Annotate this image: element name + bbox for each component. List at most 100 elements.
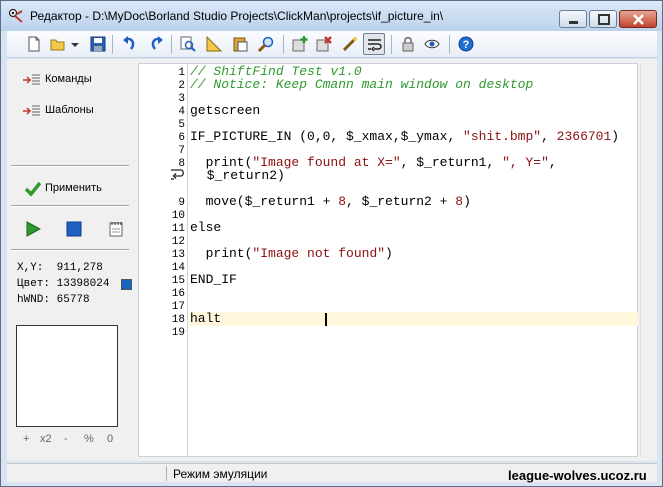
color-label: Цвет: xyxy=(17,278,51,290)
toolbar-separator xyxy=(283,35,284,54)
code-line: halt xyxy=(190,311,222,326)
code-token: , $_return2 + xyxy=(346,194,456,209)
word-wrap-toggle[interactable] xyxy=(363,33,385,55)
templates-icon xyxy=(23,105,40,116)
notepad-icon xyxy=(109,222,123,237)
new-file-button[interactable] xyxy=(23,33,45,55)
hwnd-label: hWND: xyxy=(17,294,51,306)
new-file-icon xyxy=(28,36,40,52)
word-wrap-icon xyxy=(368,39,382,52)
paste-icon xyxy=(233,37,248,52)
sidebar-item-label: Шаблоны xyxy=(45,104,94,116)
stop-button[interactable] xyxy=(66,221,82,237)
code-number: 2366701 xyxy=(556,129,612,144)
code-line-wrapped: $_return2) xyxy=(199,168,285,183)
code-line: IF_PICTURE_IN (0,0, $_xmax,$_ymax, "shit… xyxy=(190,129,619,144)
line-number: 3 xyxy=(178,93,185,105)
sidebar-item-label: Команды xyxy=(45,73,92,85)
code-editor[interactable]: 1 2 3 4 5 6 7 8 9 10 11 12 13 14 15 16 1… xyxy=(138,63,638,457)
close-icon xyxy=(633,14,644,25)
line-number: 14 xyxy=(171,262,185,274)
app-icon xyxy=(8,8,23,23)
code-token: ) xyxy=(611,129,620,144)
paste-button[interactable] xyxy=(229,33,251,55)
code-line: print("Image not found") xyxy=(190,246,393,261)
code-token: ) xyxy=(463,194,471,209)
zoom-controls: + x2 - % 0 xyxy=(23,433,123,449)
open-folder-button[interactable] xyxy=(47,33,69,55)
magic-wand-button[interactable] xyxy=(339,33,361,55)
close-button[interactable] xyxy=(619,10,657,28)
code-line: END_IF xyxy=(190,272,237,287)
delete-item-button[interactable] xyxy=(313,33,335,55)
zoom-reset-button[interactable]: 0 xyxy=(107,433,113,445)
apply-button[interactable]: Применить xyxy=(25,179,135,199)
hwnd-value: 65778 xyxy=(56,294,90,306)
line-number: 4 xyxy=(178,106,185,118)
code-number: 8 xyxy=(338,194,347,209)
minimize-button[interactable] xyxy=(559,10,587,28)
find-button[interactable] xyxy=(177,33,199,55)
ruler-button[interactable] xyxy=(203,33,225,55)
magic-wand-icon xyxy=(342,37,357,52)
add-item-button[interactable] xyxy=(289,33,311,55)
search-icon xyxy=(258,36,274,52)
line-number: 5 xyxy=(178,119,185,131)
line-number: 7 xyxy=(178,145,185,157)
current-line-highlight xyxy=(189,312,638,326)
minimize-icon xyxy=(569,21,578,24)
code-token: , xyxy=(541,129,557,144)
checkmark-icon xyxy=(25,181,41,197)
view-button[interactable] xyxy=(421,33,443,55)
line-number: 13 xyxy=(171,249,185,261)
delete-item-icon xyxy=(316,36,332,52)
divider xyxy=(11,165,129,167)
run-button[interactable] xyxy=(25,221,42,237)
divider xyxy=(11,249,129,251)
code-string: "Image not found" xyxy=(252,246,386,261)
zoom-percent-button[interactable]: % xyxy=(84,433,94,445)
status-mode: Режим эмуляции xyxy=(173,467,268,481)
code-line: getscreen xyxy=(190,103,261,118)
search-button[interactable] xyxy=(255,33,277,55)
lock-button[interactable] xyxy=(397,33,419,55)
code-line: else xyxy=(190,220,222,235)
coords-value: 911,278 xyxy=(56,262,103,274)
line-number: 9 xyxy=(178,197,185,209)
zoom-in-button[interactable]: + xyxy=(23,433,29,445)
toolbar-separator xyxy=(449,35,450,54)
status-cell xyxy=(7,466,167,481)
code-token: ) xyxy=(385,246,393,261)
help-icon: ? xyxy=(458,36,474,52)
save-icon xyxy=(90,36,106,52)
schedule-button[interactable] xyxy=(108,221,124,237)
ruler-icon xyxy=(206,36,222,52)
maximize-icon xyxy=(598,14,610,25)
maximize-button[interactable] xyxy=(589,10,617,28)
hwnd-readout: hWND: 65778 xyxy=(17,294,90,306)
redo-icon xyxy=(151,36,163,50)
vertical-scrollbar[interactable] xyxy=(640,63,657,457)
line-number: 18 xyxy=(171,314,185,326)
code-line: move($_return1 + 8, $_return2 + 8) xyxy=(190,194,471,209)
line-number: 1 xyxy=(178,67,185,79)
toolbar-separator xyxy=(391,35,392,54)
editor-window: Редактор - D:\MyDoc\Borland Studio Proje… xyxy=(0,0,663,487)
find-icon xyxy=(180,36,196,52)
undo-button[interactable] xyxy=(119,33,141,55)
play-icon xyxy=(26,221,42,237)
title-bar[interactable]: Редактор - D:\MyDoc\Borland Studio Proje… xyxy=(1,1,662,31)
zoom-out-button[interactable]: - xyxy=(64,433,68,445)
zoom-x2-button[interactable]: x2 xyxy=(40,433,52,445)
help-button[interactable]: ? xyxy=(455,33,477,55)
code-string: ", Y=" xyxy=(502,155,549,170)
line-number-gutter: 1 2 3 4 5 6 7 8 9 10 11 12 13 14 15 16 1… xyxy=(139,64,188,456)
open-dropdown-button[interactable] xyxy=(67,33,81,55)
coords-readout: X,Y: 911,278 xyxy=(17,262,103,274)
image-preview xyxy=(16,325,118,427)
redo-button[interactable] xyxy=(145,33,167,55)
left-panel: Команды Шаблоны Применить X,Y: 911,278 Ц… xyxy=(7,59,136,461)
wrap-continuation-icon xyxy=(171,169,184,180)
save-button[interactable] xyxy=(87,33,109,55)
toolbar-separator xyxy=(171,35,172,54)
